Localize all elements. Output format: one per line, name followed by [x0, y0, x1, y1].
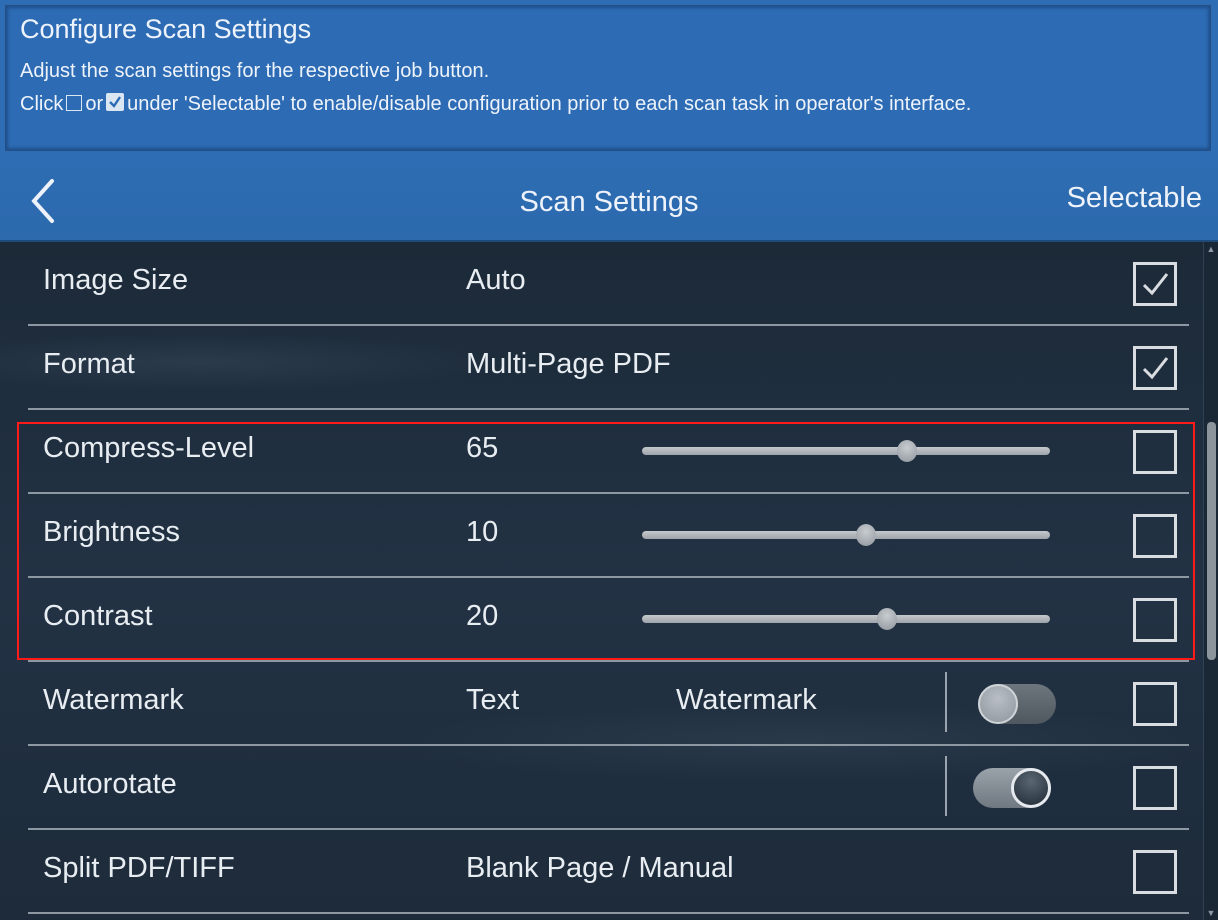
compress-level-slider[interactable]	[642, 436, 1050, 466]
slider-track	[642, 531, 1050, 539]
setting-value[interactable]: Blank Page / Manual	[466, 852, 734, 885]
checkmark-icon	[1142, 357, 1169, 380]
selectable-column-header: Selectable	[1066, 182, 1202, 214]
page-title: Scan Settings	[519, 186, 699, 218]
selectable-checkbox[interactable]	[1133, 598, 1177, 642]
setting-label: Autorotate	[43, 768, 177, 800]
autorotate-toggle[interactable]	[973, 768, 1051, 808]
setting-row-format[interactable]: Format Multi-Page PDF	[28, 326, 1189, 410]
nav-bar: Scan Settings Selectable	[0, 160, 1218, 242]
setting-row-autorotate: Autorotate	[28, 746, 1189, 830]
selectable-checkbox[interactable]	[1133, 682, 1177, 726]
setting-value: 20	[466, 600, 499, 632]
selectable-checkbox[interactable]	[1133, 430, 1177, 474]
setting-label: Format	[43, 348, 135, 380]
setting-label: Watermark	[43, 684, 184, 716]
info-suffix-text: under 'Selectable' to enable/disable con…	[127, 93, 972, 115]
setting-label: Contrast	[43, 600, 153, 632]
checked-box-icon	[106, 93, 125, 111]
divider	[945, 672, 947, 732]
slider-thumb[interactable]	[897, 440, 918, 462]
toggle-knob	[1011, 768, 1051, 808]
info-or-text: or	[85, 93, 104, 115]
scroll-down-icon[interactable]: ▼	[1204, 908, 1218, 918]
divider	[945, 756, 947, 816]
setting-label: Brightness	[43, 516, 181, 548]
toggle-knob	[978, 684, 1018, 724]
scroll-thumb[interactable]	[1207, 422, 1216, 660]
watermark-toggle[interactable]	[978, 684, 1056, 724]
selectable-checkbox[interactable]	[1133, 850, 1177, 894]
slider-thumb[interactable]	[856, 524, 877, 546]
scrollbar[interactable]: ▲ ▼	[1203, 242, 1218, 920]
slider-track	[642, 615, 1050, 623]
setting-label: Image Size	[43, 264, 189, 296]
watermark-text[interactable]: Watermark	[676, 684, 817, 717]
unchecked-box-icon	[66, 95, 83, 111]
selectable-checkbox[interactable]	[1133, 262, 1177, 306]
scroll-up-icon[interactable]: ▲	[1204, 244, 1218, 254]
checkmark-icon	[1142, 273, 1169, 296]
slider-thumb[interactable]	[876, 608, 897, 630]
watermark-type[interactable]: Text	[466, 684, 519, 717]
setting-row-watermark: Watermark Text Watermark	[28, 662, 1189, 746]
selectable-checkbox[interactable]	[1133, 514, 1177, 558]
setting-row-compress-level: Compress-Level 65	[28, 410, 1189, 494]
setting-value: 10	[466, 516, 499, 548]
setting-label: Compress-Level	[43, 432, 255, 464]
selectable-checkbox[interactable]	[1133, 766, 1177, 810]
info-description: Adjust the scan settings for the respect…	[20, 60, 490, 82]
info-click-text: Click	[20, 93, 64, 115]
setting-row-brightness: Brightness 10	[28, 494, 1189, 578]
setting-value[interactable]: Auto	[466, 264, 526, 297]
contrast-slider[interactable]	[642, 604, 1050, 634]
info-instructions: Click or under 'Selectable' to enable/disa…	[20, 93, 971, 116]
setting-row-image-size[interactable]: Image Size Auto	[28, 242, 1189, 326]
setting-row-contrast: Contrast 20	[28, 578, 1189, 662]
setting-value: 65	[466, 432, 499, 464]
setting-value[interactable]: Multi-Page PDF	[466, 348, 671, 381]
setting-label: Split PDF/TIFF	[43, 852, 235, 884]
selectable-checkbox[interactable]	[1133, 346, 1177, 390]
info-title: Configure Scan Settings	[20, 14, 312, 44]
info-box: Configure Scan Settings Adjust the scan …	[5, 5, 1211, 151]
slider-track	[642, 447, 1050, 455]
brightness-slider[interactable]	[642, 520, 1050, 550]
info-panel: Configure Scan Settings Adjust the scan …	[0, 0, 1218, 160]
setting-row-split-pdf-tiff[interactable]: Split PDF/TIFF Blank Page / Manual	[28, 830, 1189, 914]
